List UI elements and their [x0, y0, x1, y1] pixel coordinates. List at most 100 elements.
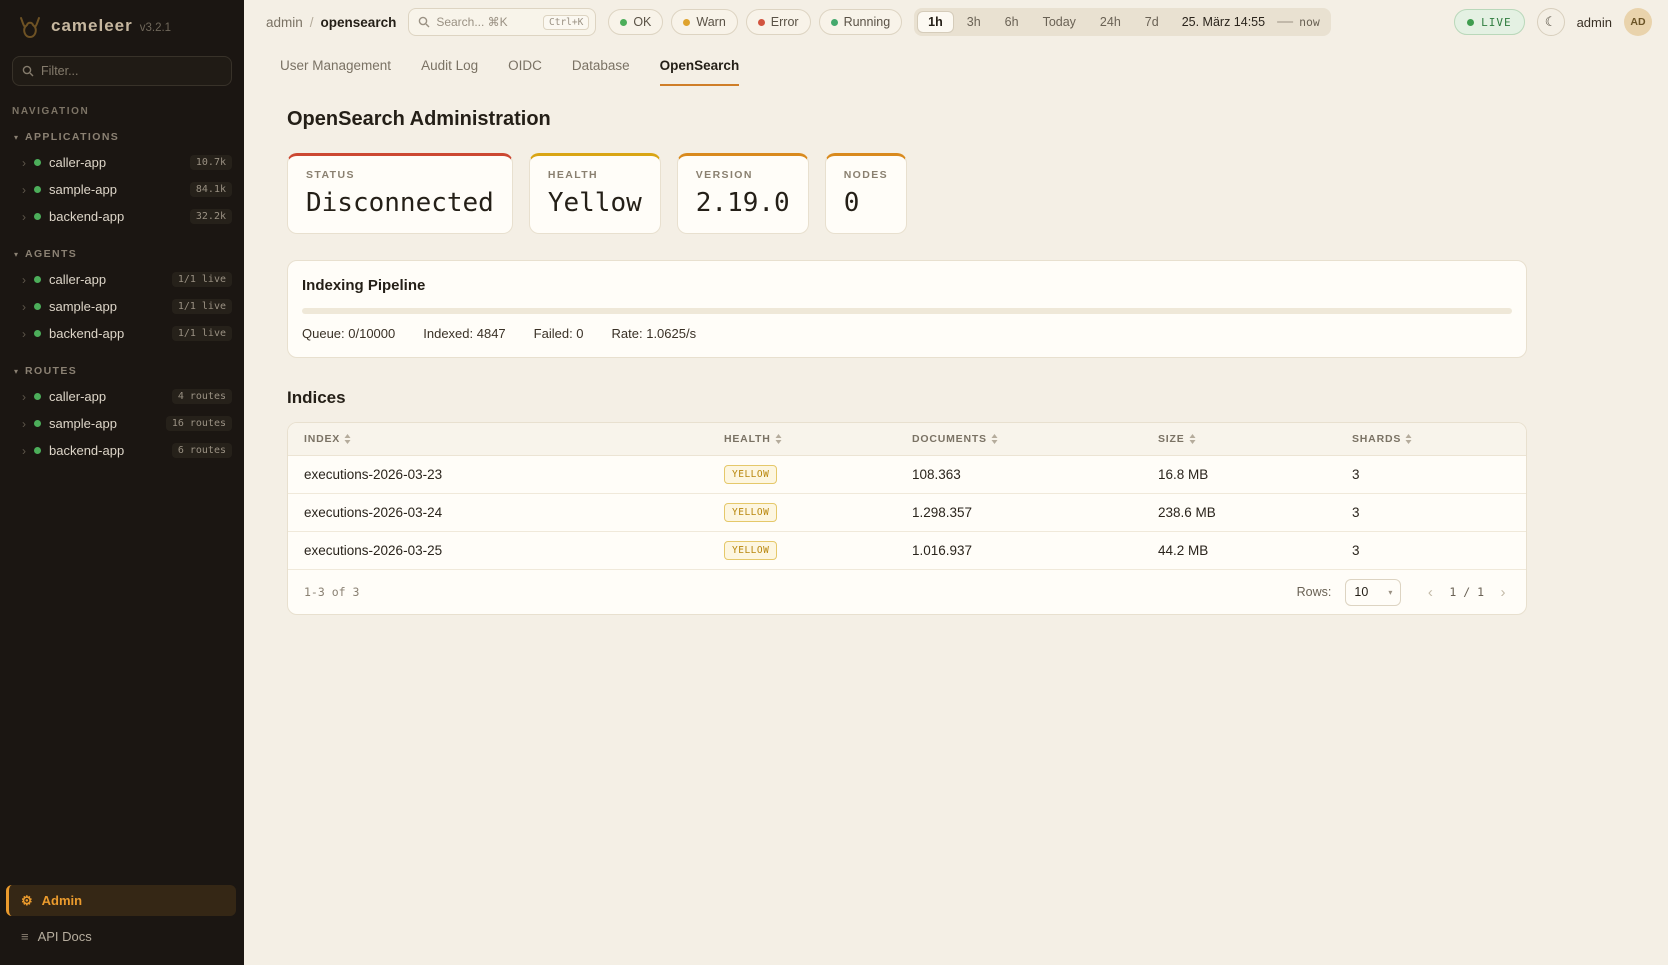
sidebar-item-admin[interactable]: ⚙ Admin [6, 885, 236, 916]
column-header-documents[interactable]: DOCUMENTS [896, 433, 1142, 445]
tab-database[interactable]: Database [572, 58, 630, 86]
column-header-health[interactable]: HEALTH [708, 433, 896, 445]
table-footer-right: Rows: 10 ▾ ‹ 1 / 1 › [1297, 579, 1512, 606]
column-header-size[interactable]: SIZE [1142, 433, 1336, 445]
gear-icon: ⚙ [21, 894, 33, 907]
sidebar-item-sample-app-agent[interactable]: › sample-app 1/1 live [0, 293, 244, 320]
cameleer-logo-icon [16, 16, 44, 40]
sidebar-item-backend-app-agent[interactable]: › backend-app 1/1 live [0, 320, 244, 347]
section-header-routes[interactable]: ▾ ROUTES [0, 361, 244, 383]
range-today[interactable]: Today [1032, 11, 1087, 33]
avatar[interactable]: AD [1624, 8, 1652, 36]
column-label: DOCUMENTS [912, 433, 987, 445]
index-name: executions-2026-03-23 [288, 467, 708, 482]
filter-ok[interactable]: OK [608, 9, 663, 35]
range-7d[interactable]: 7d [1134, 11, 1170, 33]
filter-label: OK [633, 15, 651, 29]
chevron-right-icon: › [22, 274, 26, 286]
chevron-right-icon: › [22, 301, 26, 313]
topbar-right: LIVE ☾ admin AD [1454, 8, 1652, 36]
stat-value: Yellow [548, 188, 642, 218]
section-header-agents[interactable]: ▾ AGENTS [0, 244, 244, 266]
search-icon [22, 65, 34, 77]
tab-opensearch[interactable]: OpenSearch [660, 58, 740, 86]
sidebar-item-label: caller-app [49, 155, 106, 170]
stat-value: 0 [844, 188, 888, 218]
status-filters: OK Warn Error Running [608, 9, 902, 35]
table-row[interactable]: executions-2026-03-24 YELLOW 1.298.357 2… [288, 494, 1526, 532]
moon-icon: ☾ [1545, 14, 1557, 30]
sidebar-item-badge: 1/1 live [172, 299, 232, 314]
health-badge: YELLOW [724, 503, 777, 522]
column-label: SIZE [1158, 433, 1185, 445]
navigation-label: NAVIGATION [0, 102, 244, 127]
sidebar-item-sample-app-routes[interactable]: › sample-app 16 routes [0, 410, 244, 437]
filter-running[interactable]: Running [819, 9, 903, 35]
filter-error[interactable]: Error [746, 9, 811, 35]
sidebar-item-sample-app[interactable]: › sample-app 84.1k [0, 176, 244, 203]
row-range-text: 1-3 of 3 [304, 585, 359, 599]
tab-audit-log[interactable]: Audit Log [421, 58, 478, 86]
rows-per-page-select[interactable]: 10 ▾ [1345, 579, 1401, 606]
nav-section-agents: ▾ AGENTS › caller-app 1/1 live › sample-… [0, 244, 244, 347]
pipeline-stat-rate: Rate: 1.0625/s [612, 326, 697, 341]
sidebar-filter-box[interactable] [12, 56, 232, 86]
stat-card-health: HEALTH Yellow [529, 153, 661, 234]
status-dot [34, 276, 41, 283]
warn-status-dot [683, 19, 690, 26]
pipeline-stat-indexed: Indexed: 4847 [423, 326, 505, 341]
sidebar-spacer [0, 478, 244, 885]
running-status-dot [831, 19, 838, 26]
sidebar-item-backend-app-routes[interactable]: › backend-app 6 routes [0, 437, 244, 464]
range-24h[interactable]: 24h [1089, 11, 1132, 33]
next-page-button[interactable]: › [1494, 584, 1512, 601]
sidebar-item-label: backend-app [49, 209, 124, 224]
prev-page-button[interactable]: ‹ [1421, 584, 1439, 601]
status-dot [34, 303, 41, 310]
pipeline-progress-bar [302, 308, 1512, 314]
index-size: 44.2 MB [1142, 543, 1336, 558]
main-area: admin / opensearch Ctrl+K OK Warn [244, 0, 1668, 965]
section-label: ROUTES [25, 365, 77, 377]
sidebar-item-caller-app[interactable]: › caller-app 10.7k [0, 149, 244, 176]
filter-input[interactable] [41, 64, 222, 78]
time-range-control: 1h 3h 6h Today 24h 7d 25. März 14:55 — n… [914, 8, 1331, 36]
filter-warn[interactable]: Warn [671, 9, 737, 35]
sidebar-item-api-docs[interactable]: ≡ API Docs [9, 922, 236, 951]
error-status-dot [758, 19, 765, 26]
section-header-applications[interactable]: ▾ APPLICATIONS [0, 127, 244, 149]
table-row[interactable]: executions-2026-03-25 YELLOW 1.016.937 4… [288, 532, 1526, 570]
column-header-shards[interactable]: SHARDS [1336, 433, 1526, 445]
breadcrumb-admin[interactable]: admin [266, 15, 303, 30]
pipeline-stat-queue: Queue: 0/10000 [302, 326, 395, 341]
tab-user-management[interactable]: User Management [280, 58, 391, 86]
global-search-box[interactable]: Ctrl+K [408, 8, 596, 36]
live-label: LIVE [1481, 16, 1512, 29]
dark-mode-toggle[interactable]: ☾ [1537, 8, 1565, 36]
stat-label: HEALTH [548, 169, 642, 181]
sidebar-item-caller-app-routes[interactable]: › caller-app 4 routes [0, 383, 244, 410]
live-indicator[interactable]: LIVE [1454, 9, 1525, 35]
stat-value: Disconnected [306, 188, 494, 218]
shards-count: 3 [1336, 543, 1526, 558]
range-6h[interactable]: 6h [994, 11, 1030, 33]
sidebar-item-backend-app[interactable]: › backend-app 32.2k [0, 203, 244, 230]
breadcrumb-separator: / [310, 15, 314, 30]
table-row[interactable]: executions-2026-03-23 YELLOW 108.363 16.… [288, 456, 1526, 494]
sort-icon [775, 434, 782, 444]
nav-section-applications: ▾ APPLICATIONS › caller-app 10.7k › samp… [0, 127, 244, 230]
sidebar-item-caller-app-agent[interactable]: › caller-app 1/1 live [0, 266, 244, 293]
column-header-index[interactable]: INDEX [288, 433, 708, 445]
sidebar-item-badge: 6 routes [172, 443, 232, 458]
tab-oidc[interactable]: OIDC [508, 58, 542, 86]
pipeline-stats: Queue: 0/10000 Indexed: 4847 Failed: 0 R… [302, 326, 1512, 341]
index-name: executions-2026-03-25 [288, 543, 708, 558]
datetime-display[interactable]: 25. März 14:55 [1182, 15, 1265, 29]
now-label[interactable]: now [1299, 15, 1320, 29]
global-search-input[interactable] [436, 15, 537, 29]
sidebar-item-label: sample-app [49, 416, 117, 431]
chevron-right-icon: › [22, 211, 26, 223]
range-1h[interactable]: 1h [917, 11, 954, 33]
documents-count: 1.016.937 [896, 543, 1142, 558]
range-3h[interactable]: 3h [956, 11, 992, 33]
